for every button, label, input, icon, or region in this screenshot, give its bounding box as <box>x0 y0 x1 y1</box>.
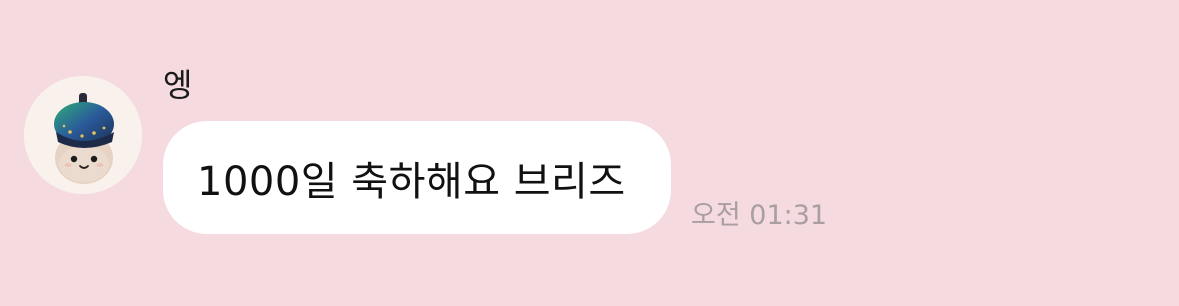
mushroom-plush-avatar-icon <box>24 76 142 194</box>
message-bubble[interactable]: 1000일 축하해요 브리즈 <box>163 121 671 234</box>
message-timestamp: 오전 01:31 <box>691 200 828 231</box>
message-text: 1000일 축하해요 브리즈 <box>197 158 626 205</box>
sender-name: 엥 <box>163 66 193 104</box>
sender-avatar[interactable] <box>24 76 142 194</box>
